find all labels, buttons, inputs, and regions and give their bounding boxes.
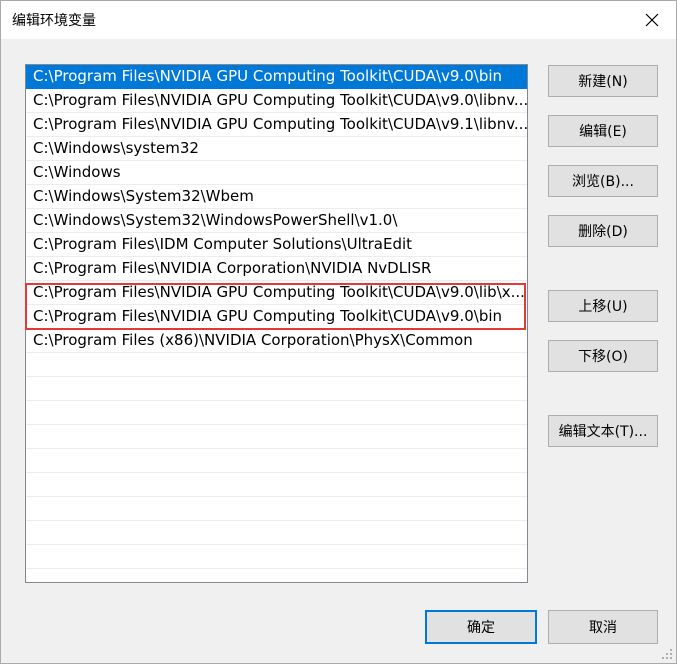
- move-down-button[interactable]: 下移(O): [548, 340, 658, 372]
- empty-list-row: [26, 425, 527, 449]
- path-list-item[interactable]: C:\Program Files\NVIDIA GPU Computing To…: [26, 113, 527, 137]
- path-list[interactable]: C:\Program Files\NVIDIA GPU Computing To…: [25, 64, 528, 583]
- path-list-item[interactable]: C:\Windows\system32: [26, 137, 527, 161]
- delete-button[interactable]: 删除(D): [548, 215, 658, 247]
- path-list-item[interactable]: C:\Windows\System32\WindowsPowerShell\v1…: [26, 209, 527, 233]
- empty-list-row: [26, 473, 527, 497]
- path-list-item[interactable]: C:\Program Files\NVIDIA GPU Computing To…: [26, 65, 527, 89]
- path-list-item[interactable]: C:\Program Files\IDM Computer Solutions\…: [26, 233, 527, 257]
- path-list-item[interactable]: C:\Windows\System32\Wbem: [26, 185, 527, 209]
- edit-text-button[interactable]: 编辑文本(T)...: [548, 415, 658, 447]
- empty-list-row: [26, 401, 527, 425]
- path-list-item[interactable]: C:\Program Files\NVIDIA GPU Computing To…: [26, 89, 527, 113]
- edit-environment-variable-dialog: 编辑环境变量 C:\Program Files\NVIDIA GPU Compu…: [0, 0, 677, 664]
- edit-button[interactable]: 编辑(E): [548, 115, 658, 147]
- empty-list-row: [26, 521, 527, 545]
- dialog-title: 编辑环境变量: [12, 13, 96, 29]
- path-list-item[interactable]: C:\Program Files\NVIDIA Corporation\NVID…: [26, 257, 527, 281]
- title-bar: 编辑环境变量: [1, 1, 676, 39]
- ok-button[interactable]: 确定: [425, 610, 537, 644]
- resize-grip-icon[interactable]: [661, 648, 673, 660]
- new-button[interactable]: 新建(N): [548, 65, 658, 97]
- empty-list-row: [26, 377, 527, 401]
- path-list-item[interactable]: C:\Windows: [26, 161, 527, 185]
- close-button[interactable]: [632, 3, 672, 37]
- path-list-item[interactable]: C:\Program Files\NVIDIA GPU Computing To…: [26, 305, 527, 329]
- close-icon: [645, 13, 659, 27]
- move-up-button[interactable]: 上移(U): [548, 290, 658, 322]
- empty-list-row: [26, 497, 527, 521]
- empty-list-row: [26, 569, 527, 582]
- cancel-button[interactable]: 取消: [548, 610, 658, 644]
- browse-button[interactable]: 浏览(B)...: [548, 165, 658, 197]
- path-list-item[interactable]: C:\Program Files\NVIDIA GPU Computing To…: [26, 281, 527, 305]
- empty-list-row: [26, 545, 527, 569]
- empty-list-row: [26, 353, 527, 377]
- path-list-item[interactable]: C:\Program Files (x86)\NVIDIA Corporatio…: [26, 329, 527, 353]
- empty-list-row: [26, 449, 527, 473]
